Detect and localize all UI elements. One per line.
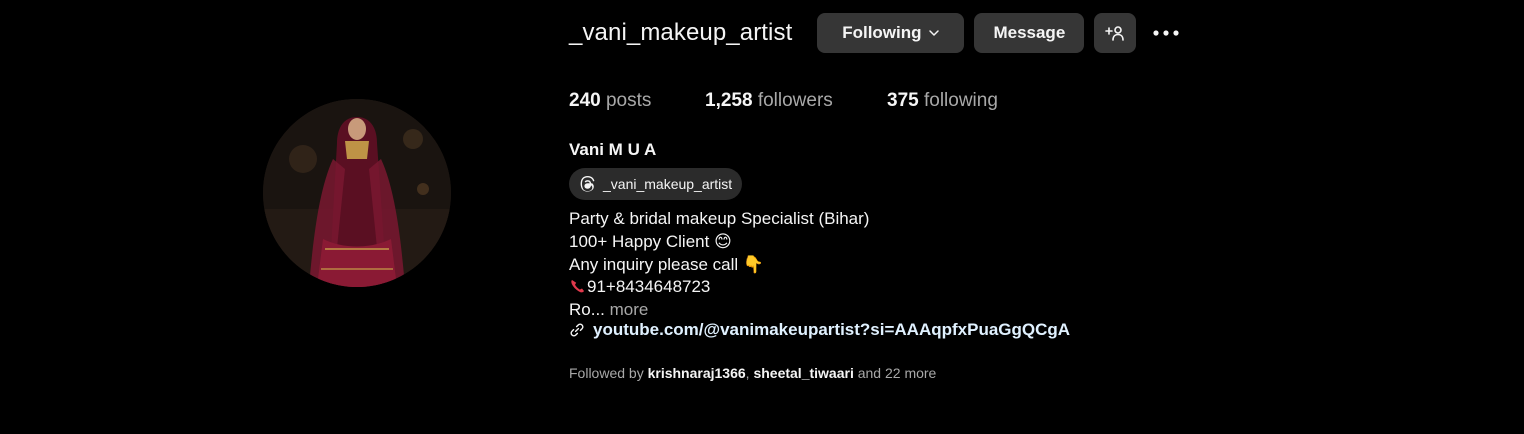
posts-stat: 240 posts bbox=[569, 90, 705, 112]
threads-icon bbox=[580, 175, 595, 192]
following-button-label: Following bbox=[842, 23, 922, 42]
followers-label: followers bbox=[757, 90, 833, 111]
following-count: 375 bbox=[887, 90, 919, 111]
mutual-follower-link[interactable]: krishnaraj1366 bbox=[648, 365, 746, 381]
bio-phone-number: 91+8434648723 bbox=[587, 277, 711, 297]
username: _vani_makeup_artist bbox=[569, 19, 793, 46]
avatar-bride-image bbox=[263, 99, 451, 287]
following-stat[interactable]: 375 following bbox=[887, 90, 998, 112]
posts-count: 240 bbox=[569, 90, 601, 111]
bio-line: Any inquiry please call 👇 bbox=[569, 254, 765, 274]
bio-phone-line: 91+8434648723 bbox=[569, 276, 869, 299]
following-label: following bbox=[923, 90, 998, 111]
link-icon bbox=[570, 323, 584, 337]
full-name: Vani M U A bbox=[569, 140, 657, 159]
bio: Party & bridal makeup Specialist (Bihar)… bbox=[569, 208, 869, 322]
posts-label: posts bbox=[605, 90, 652, 111]
followed-by-prefix: Followed by bbox=[569, 365, 644, 381]
more-options-icon bbox=[1153, 30, 1179, 36]
bio-truncated-line: Ro... more bbox=[569, 299, 869, 322]
threads-badge[interactable]: _vani_makeup_artist bbox=[569, 168, 742, 200]
mutual-followers[interactable]: Followed by krishnaraj1366, sheetal_tiwa… bbox=[569, 365, 936, 381]
message-button-label: Message bbox=[993, 23, 1066, 42]
following-button[interactable]: Following bbox=[817, 13, 965, 53]
more-options-button[interactable] bbox=[1150, 13, 1182, 53]
person-add-icon bbox=[1105, 26, 1125, 41]
followed-by-separator: , bbox=[745, 365, 750, 381]
external-link[interactable]: youtube.com/@vanimakeupartist?si=AAAqpfx… bbox=[569, 320, 1070, 340]
suggested-accounts-button[interactable] bbox=[1094, 13, 1137, 53]
profile-actions-bar: _vani_makeup_artist Following Message bbox=[569, 13, 1182, 53]
bio-truncated-text: Ro... bbox=[569, 300, 605, 319]
chevron-down-icon bbox=[928, 30, 939, 36]
followers-count: 1,258 bbox=[705, 90, 753, 111]
followers-stat[interactable]: 1,258 followers bbox=[705, 90, 887, 112]
bio-line: Party & bridal makeup Specialist (Bihar) bbox=[569, 209, 870, 228]
bio-line: 100+ Happy Client 😊 bbox=[569, 231, 732, 251]
threads-handle: _vani_makeup_artist bbox=[603, 176, 733, 192]
phone-icon bbox=[571, 280, 584, 293]
mutual-follower-link[interactable]: sheetal_tiwaari bbox=[753, 365, 853, 381]
followed-by-suffix: and 22 more bbox=[857, 365, 937, 381]
external-link-text: youtube.com/@vanimakeupartist?si=AAAqpfx… bbox=[593, 320, 1071, 339]
profile-stats: 240 posts 1,258 followers 375 following bbox=[569, 90, 998, 112]
profile-avatar[interactable] bbox=[263, 99, 451, 287]
bio-more-link[interactable]: more bbox=[610, 300, 649, 319]
message-button[interactable]: Message bbox=[974, 13, 1085, 53]
